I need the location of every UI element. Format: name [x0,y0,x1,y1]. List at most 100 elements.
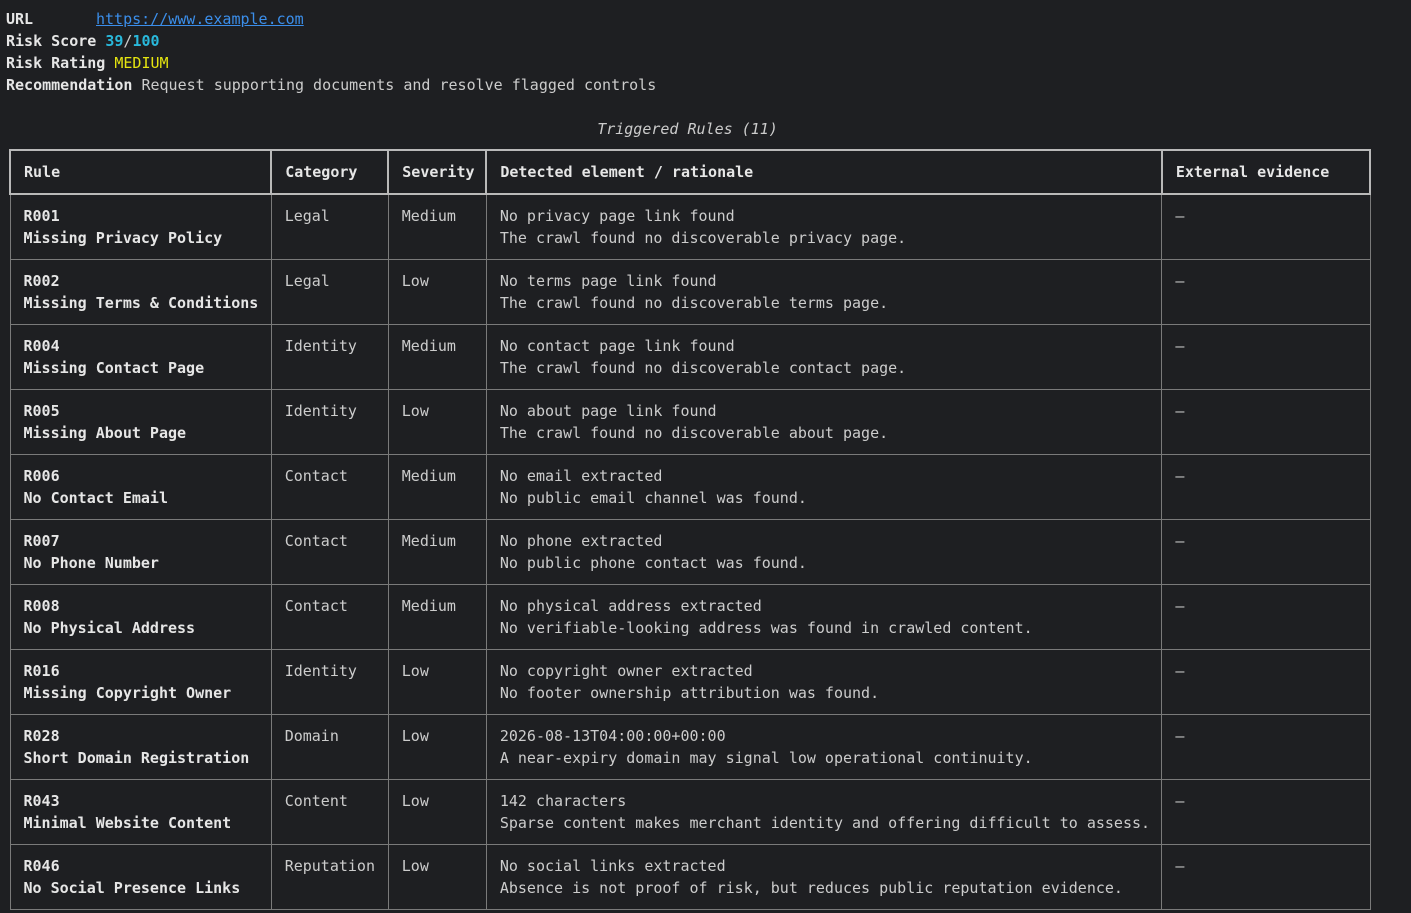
rule-cell: R016 Missing Copyright Owner [9,648,272,715]
category-cell: Domain [270,713,389,780]
severity-cell: Medium [387,518,487,585]
severity-cell: Medium [387,583,487,650]
risk-rating-value: MEDIUM [114,54,169,72]
risk-score-row: Risk Score 39/100 [6,30,1405,52]
category-cell: Legal [270,193,389,260]
evidence-cell: — [1161,258,1371,325]
category-cell: Identity [270,388,389,455]
detected-cell: No about page link found The crawl found … [485,388,1163,455]
rule-cell: R008 No Physical Address [9,583,272,650]
detected-cell: No privacy page link found The crawl foun… [485,193,1163,260]
rule-name: Short Domain Registration [23,748,250,767]
rationale: A near-expiry domain may signal low oper… [499,748,1033,767]
header-category: Category [270,149,390,195]
rule-cell: R006 No Contact Email [9,453,272,520]
severity-cell: Low [387,843,487,910]
severity-cell: Low [387,778,487,845]
url-row: URL https://www.example.com [6,8,1405,30]
category-cell: Identity [270,648,389,715]
table-row: R004 Missing Contact Page Identity Medium No… [9,323,1371,390]
severity-cell: Low [387,388,487,455]
rule-name: No Physical Address [23,618,196,637]
rule-id: R002 [23,271,60,290]
category-cell: Legal [270,258,389,325]
detected-cell: No terms page link found The crawl found … [485,258,1163,325]
table-row: R001 Missing Privacy Policy Legal Medium No … [9,193,1371,260]
detected-element: No phone extracted [499,531,663,550]
header-detected: Detected element / rationale [485,149,1163,195]
rationale: No public phone contact was found. [499,553,807,572]
rule-id: R043 [23,791,60,810]
evidence-cell: — [1161,648,1371,715]
rule-name: Missing Contact Page [23,358,205,377]
evidence-cell: — [1161,518,1371,585]
rule-id: R005 [23,401,60,420]
table-row: R005 Missing About Page Identity Low No abou… [9,388,1371,455]
detected-cell: No social links extracted Absence is not … [485,843,1163,910]
rationale: Sparse content makes merchant identity a… [499,813,1151,832]
header-evidence: External evidence [1160,149,1372,195]
severity-cell: Low [387,648,487,715]
evidence-cell: — [1161,713,1371,780]
detected-element: 2026-08-13T04:00:00+00:00 [499,726,726,745]
category-cell: Contact [270,583,389,650]
rule-id: R028 [23,726,60,745]
rule-id: R004 [23,336,60,355]
rationale: The crawl found no discoverable terms pa… [499,293,889,312]
rule-name: Missing Privacy Policy [23,229,223,247]
severity-cell: Low [387,258,487,325]
table-row: R007 No Phone Number Contact Medium No phone… [9,518,1371,585]
table-row: R046 No Social Presence Links Reputation Lo… [9,843,1371,910]
header-rule: Rule [8,149,273,195]
risk-score-label: Risk Score [6,32,97,50]
table-title: Triggered Rules (11) [597,120,778,138]
detected-element: No physical address extracted [499,596,762,615]
rule-id: R016 [23,661,60,680]
detected-element: No privacy page link found [499,207,735,225]
detected-cell: 142 characters Sparse content makes merch… [485,778,1163,845]
evidence-cell: — [1161,193,1371,260]
table-row: R002 Missing Terms & Conditions Legal Low No… [9,258,1371,325]
rationale: No verifiable-looking address was found … [499,618,1033,637]
recommendation-label: Recommendation [6,76,133,94]
terminal-output: URL https://www.example.com Risk Score 39… [0,0,1411,910]
rationale: Absence is not proof of risk, but reduce… [499,878,1123,897]
detected-cell: 2026-08-13T04:00:00+00:00 A near-expiry d… [485,713,1163,780]
severity-cell: Low [387,713,487,780]
recommendation-row: Recommendation Request supporting docume… [6,74,1405,96]
detected-element: No copyright owner extracted [499,661,753,680]
rule-name: No Social Presence Links [23,878,241,897]
rationale: The crawl found no discoverable about pa… [499,423,889,442]
rule-cell: R046 No Social Presence Links [9,843,272,910]
rationale: The crawl found no discoverable contact … [499,358,907,377]
rule-name: No Phone Number [23,553,159,572]
report-summary: URL https://www.example.com Risk Score 39… [6,0,1405,96]
category-cell: Identity [270,323,389,390]
evidence-cell: — [1161,323,1371,390]
rule-cell: R028 Short Domain Registration [9,713,272,780]
severity-cell: Medium [387,453,487,520]
table-header-row: Rule Category Severity Detected element … [8,149,1372,195]
rule-cell: R007 No Phone Number [9,518,272,585]
category-cell: Contact [270,453,389,520]
rule-name: Missing Copyright Owner [23,683,232,702]
rule-name: Minimal Website Content [23,813,232,832]
detected-element: No email extracted [499,466,663,485]
evidence-cell: — [1161,583,1371,650]
rule-cell: R001 Missing Privacy Policy [9,193,272,260]
rule-cell: R004 Missing Contact Page [9,323,272,390]
rationale: No footer ownership attribution was foun… [499,683,880,702]
rule-name: Missing About Page [23,423,187,442]
url-link[interactable]: https://www.example.com [96,10,304,28]
detected-element: No about page link found [499,401,717,420]
severity-cell: Medium [387,323,487,390]
table-row: R043 Minimal Website Content Content Low 142… [9,778,1371,845]
detected-element: 142 characters [499,791,627,810]
rationale: The crawl found no discoverable privacy … [499,229,907,247]
category-cell: Contact [270,518,389,585]
header-severity: Severity [387,149,488,195]
detected-cell: No physical address extracted No verifiab… [485,583,1163,650]
rule-name: No Contact Email [23,488,169,507]
rationale: No public email channel was found. [499,488,807,507]
rule-id: R001 [23,207,60,225]
